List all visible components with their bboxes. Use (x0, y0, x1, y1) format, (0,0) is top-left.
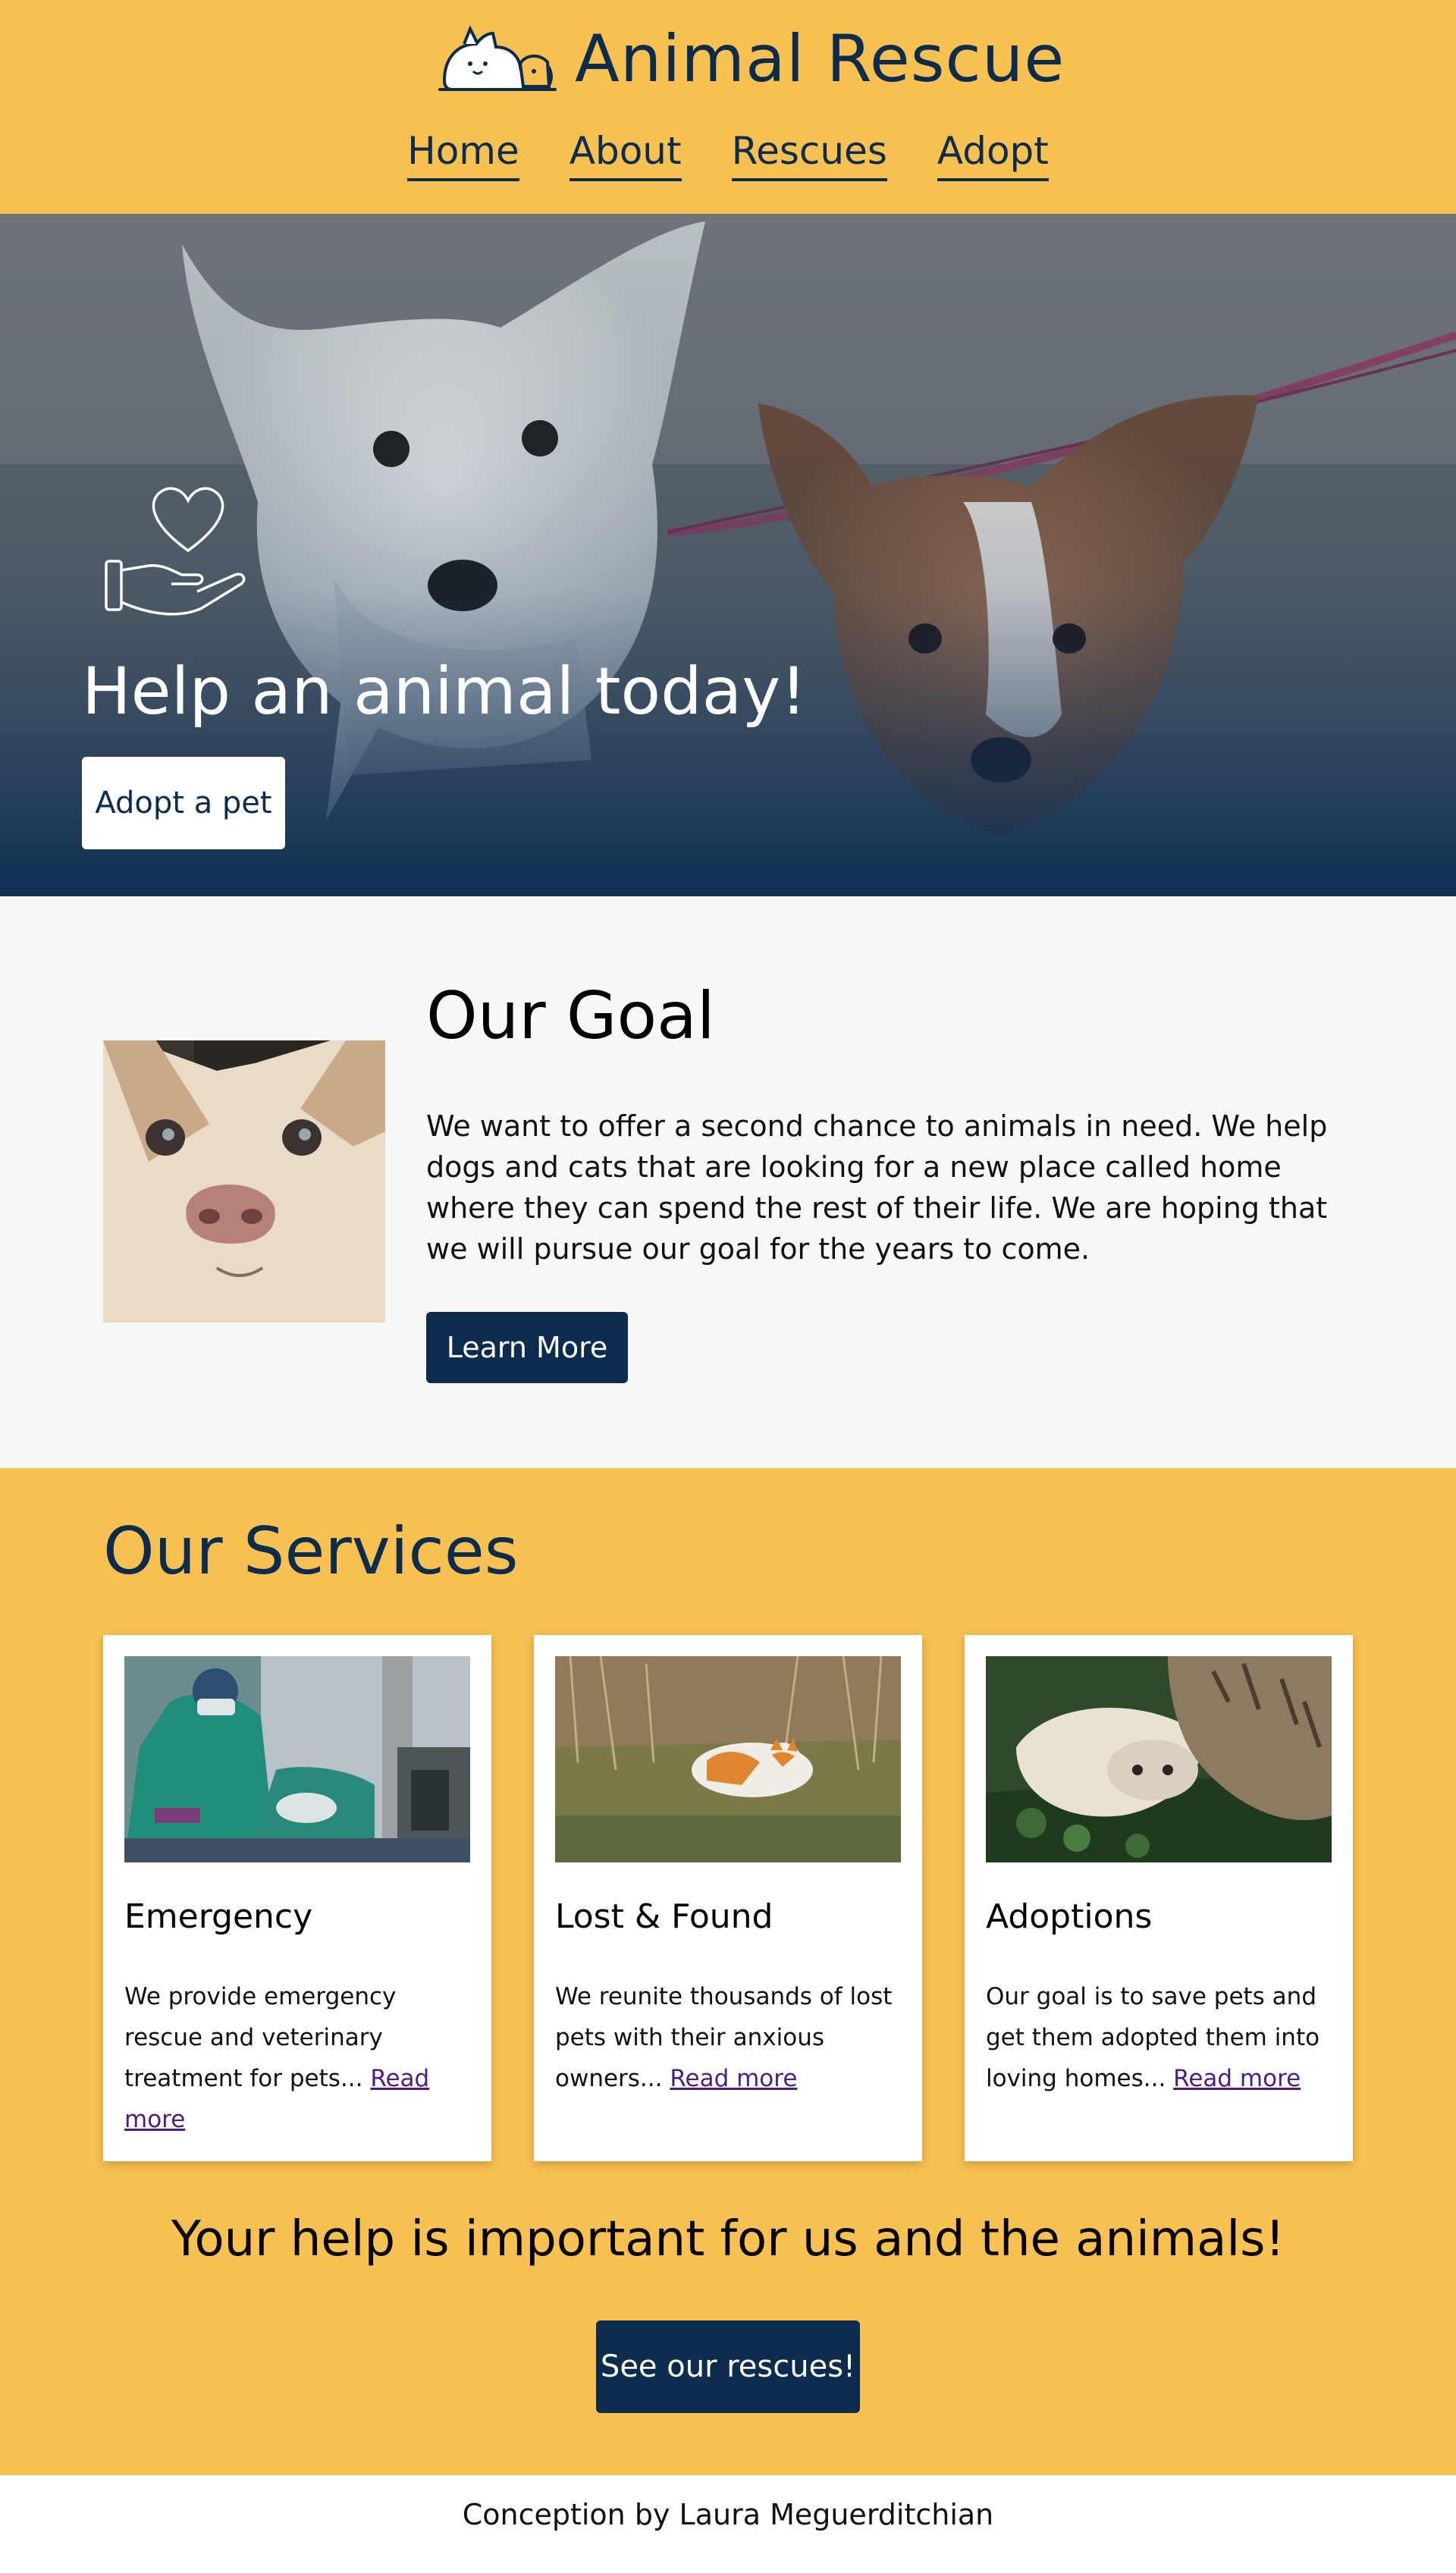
see-our-rescues-button[interactable]: See our rescues! (596, 2320, 860, 2413)
goal-description: We want to offer a second chance to anim… (426, 1109, 1328, 1266)
service-title: Adoptions (986, 1897, 1153, 1936)
site-header: Animal Rescue Home About Rescues Adopt (0, 0, 1456, 214)
service-card-adoptions: Adoptions Our goal is to save pets and g… (965, 1635, 1353, 2161)
service-card-lost-found: Lost & Found We reunite thousands of los… (534, 1635, 922, 2161)
service-description: We reunite thousands of lost pets with t… (555, 1976, 901, 2099)
goal-section: Our Goal We want to offer a second chanc… (0, 896, 1456, 1468)
adoptions-photo (986, 1656, 1332, 1862)
chihuahua-photo (103, 1040, 385, 1323)
service-description: We provide emergency rescue and veterina… (124, 1976, 470, 2140)
service-title: Lost & Found (555, 1897, 774, 1936)
services-title: Our Services (103, 1514, 519, 1589)
site-footer: Conception by Laura Meguerditchian (0, 2475, 1456, 2573)
cat-and-dog-logo-icon (438, 25, 557, 91)
call-to-action-text: Your help is important for us and the an… (171, 2211, 1285, 2267)
footer-credit: Conception by Laura Meguerditchian (462, 2498, 994, 2531)
read-more-link[interactable]: Read more (1173, 2065, 1301, 2092)
brand[interactable]: Animal Rescue (434, 21, 1065, 97)
service-text: We provide emergency rescue and veterina… (124, 1983, 397, 2092)
adopt-a-pet-button[interactable]: Adopt a pet (82, 757, 285, 849)
service-card-emergency: Emergency We provide emergency rescue an… (103, 1635, 491, 2161)
hero-section: Help an animal today! Adopt a pet (0, 214, 1456, 896)
nav-rescues[interactable]: Rescues (731, 130, 887, 181)
site-title: Animal Rescue (575, 21, 1065, 97)
nav-adopt[interactable]: Adopt (937, 130, 1049, 181)
hero-title: Help an animal today! (82, 654, 807, 730)
hand-holding-heart-icon (105, 487, 246, 616)
services-section: Our Services Emergency We provide emerge… (0, 1468, 1456, 2475)
lost-found-photo (555, 1656, 901, 1862)
nav-home[interactable]: Home (407, 130, 519, 181)
emergency-photo (124, 1656, 470, 1862)
service-title: Emergency (124, 1897, 313, 1936)
service-description: Our goal is to save pets and get them ad… (986, 1976, 1332, 2099)
goal-title: Our Goal (426, 978, 715, 1054)
nav-about[interactable]: About (569, 130, 682, 181)
read-more-link[interactable]: Read more (670, 2065, 797, 2092)
learn-more-button[interactable]: Learn More (426, 1312, 628, 1383)
main-nav: Home About Rescues Adopt (0, 130, 1456, 181)
